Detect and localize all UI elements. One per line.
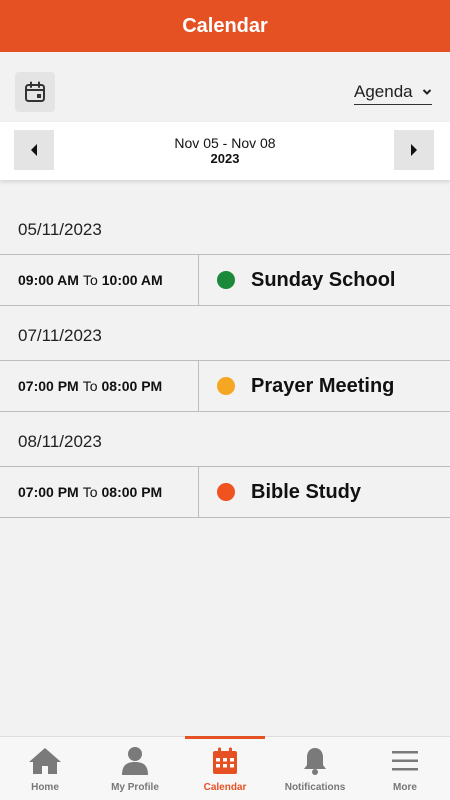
app-header: Calendar [0,0,450,52]
active-tab-indicator [185,736,265,739]
event-start-time: 07:00 PM [18,378,79,394]
chevron-left-icon [31,144,37,156]
tab-notifications[interactable]: Notifications [270,737,360,800]
event-start-time: 07:00 PM [18,484,79,500]
event-info: Sunday School [199,255,450,305]
page-title: Calendar [182,14,268,37]
agenda-date-header: 05/11/2023 [18,220,102,239]
event-end-time: 08:00 PM [101,484,163,500]
event-time-separator: To [82,484,98,500]
event-time: 07:00 PM To 08:00 PM [0,467,199,517]
home-icon [29,748,61,774]
chevron-down-icon [422,88,432,95]
event-end-time: 10:00 AM [101,272,163,288]
user-icon [122,747,148,775]
event-time: 09:00 AM To 10:00 AM [0,255,199,305]
agenda-list: 05/11/2023 09:00 AM To 10:00 AM Sunday S… [0,206,450,518]
tab-more[interactable]: More [360,737,450,800]
tab-home[interactable]: Home [0,737,90,800]
date-range-text: Nov 05 - Nov 08 [174,135,276,151]
event-start-time: 09:00 AM [18,272,79,288]
date-range-year: 2023 [210,151,240,166]
calendar-toolbar: Agenda [0,52,450,122]
event-color-dot [217,483,235,501]
menu-icon [392,751,418,771]
agenda-date-header: 08/11/2023 [18,432,102,451]
tab-label: My Profile [111,782,159,793]
event-time: 07:00 PM To 08:00 PM [0,361,199,411]
event-title: Prayer Meeting [251,374,395,397]
calendar-icon [25,81,45,102]
calendar-picker-button[interactable] [15,72,55,112]
event-end-time: 08:00 PM [101,378,163,394]
event-title: Bible Study [251,480,362,503]
event-title: Sunday School [251,268,396,291]
event-time-separator: To [82,272,98,288]
event-color-dot [217,377,235,395]
tab-label: Calendar [203,782,247,793]
agenda-event-row[interactable]: 07:00 PM To 08:00 PM Bible Study [0,466,450,518]
event-info: Bible Study [199,467,450,517]
date-range-label: Nov 05 - Nov 08 2023 [100,135,350,167]
view-mode-value: Agenda [354,81,413,101]
chevron-right-icon [411,144,417,156]
agenda-date-header: 07/11/2023 [18,326,102,345]
date-range-navigator: Nov 05 - Nov 08 2023 [0,122,450,180]
bottom-tab-bar: Home My Profile Calendar Notifications M… [0,736,450,800]
agenda-event-row[interactable]: 09:00 AM To 10:00 AM Sunday School [0,254,450,306]
event-time-separator: To [82,378,98,394]
bell-icon [304,748,326,775]
previous-range-button[interactable] [14,130,54,170]
next-range-button[interactable] [394,130,434,170]
tab-calendar[interactable]: Calendar [180,736,270,800]
tab-label: Home [31,782,59,793]
calendar-icon [213,747,237,774]
tab-my-profile[interactable]: My Profile [90,737,180,800]
event-color-dot [217,271,235,289]
tab-label: Notifications [284,782,346,793]
event-info: Prayer Meeting [199,361,450,411]
view-mode-select[interactable]: Agenda [354,79,432,105]
tab-label: More [393,782,417,793]
agenda-event-row[interactable]: 07:00 PM To 08:00 PM Prayer Meeting [0,360,450,412]
